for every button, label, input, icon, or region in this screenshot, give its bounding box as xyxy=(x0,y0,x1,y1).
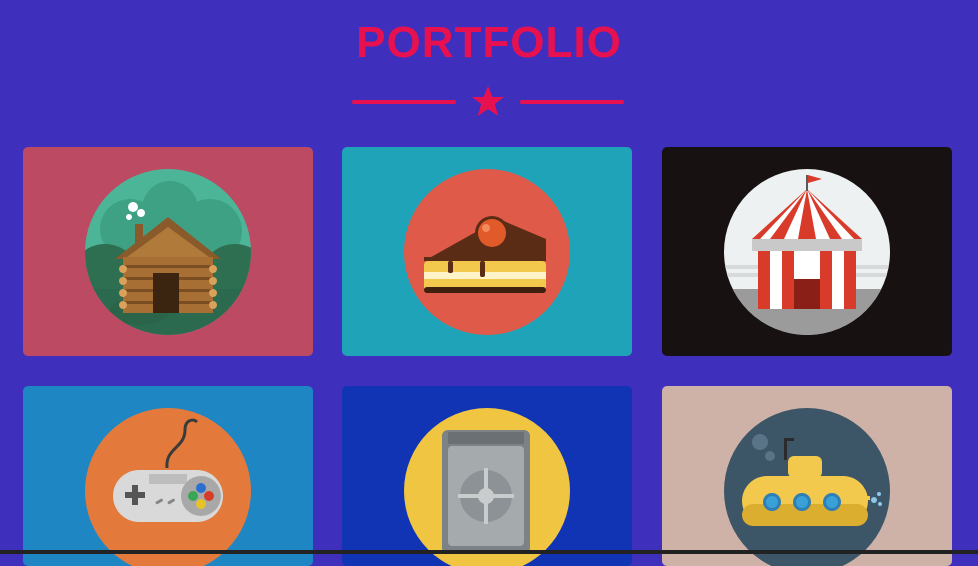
portfolio-item-safe[interactable] xyxy=(342,386,632,566)
log-cabin-icon xyxy=(85,169,251,335)
circus-tent-icon xyxy=(724,169,890,335)
page-title: PORTFOLIO xyxy=(356,18,622,67)
title-divider xyxy=(352,84,624,120)
portfolio-item-submarine[interactable] xyxy=(662,386,952,566)
cake-slice-icon xyxy=(404,169,570,335)
portfolio-item-controller[interactable] xyxy=(23,386,313,566)
portfolio-item-circus[interactable] xyxy=(662,147,952,356)
divider-line-left xyxy=(352,100,456,104)
star-icon xyxy=(472,86,504,116)
submarine-icon xyxy=(724,408,890,566)
portfolio-item-cake[interactable] xyxy=(342,147,632,356)
safe-vault-icon xyxy=(404,408,570,566)
bottom-bar xyxy=(0,550,978,554)
divider-line-right xyxy=(520,100,624,104)
portfolio-item-cabin[interactable] xyxy=(23,147,313,356)
game-controller-icon xyxy=(85,408,251,566)
